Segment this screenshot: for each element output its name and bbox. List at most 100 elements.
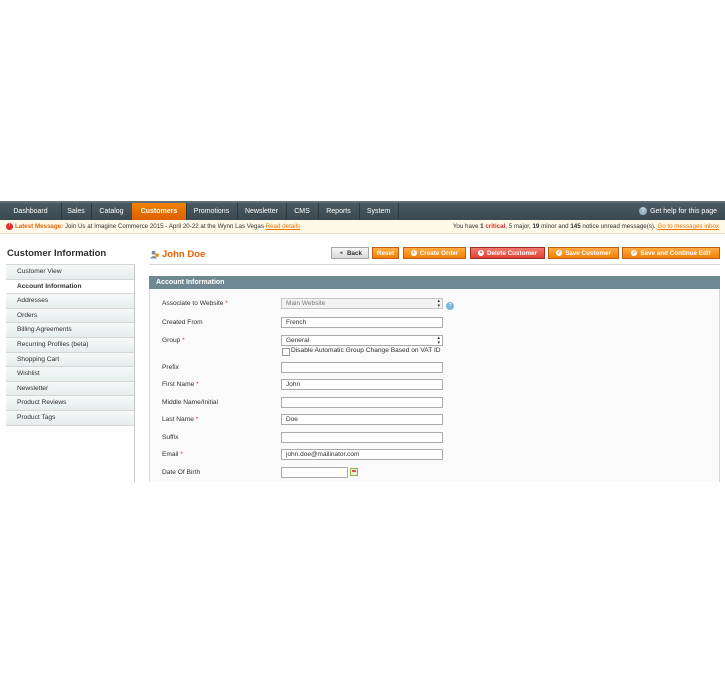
- tab-product-reviews[interactable]: Product Reviews: [6, 396, 134, 411]
- nav-cms[interactable]: CMS: [286, 203, 319, 220]
- dob-label: Date Of Birth: [162, 469, 201, 476]
- tab-orders[interactable]: Orders: [6, 308, 134, 324]
- tab-newsletter[interactable]: Newsletter: [6, 381, 134, 397]
- website-value: Main Website: [286, 300, 326, 307]
- select-arrows-icon: ▴ ▾: [437, 298, 440, 309]
- plus-icon: +: [410, 250, 417, 257]
- header-divider: [149, 264, 720, 265]
- dob-field[interactable]: [281, 467, 348, 478]
- website-select[interactable]: Main Website ▴ ▾: [281, 298, 443, 309]
- message-bar: ! Latest Message: Join Us at Imagine Comm…: [0, 220, 725, 234]
- help-icon: ?: [639, 207, 648, 216]
- tab-product-tags[interactable]: Product Tags: [6, 410, 134, 426]
- save-customer-button[interactable]: ✓ Save Customer: [548, 247, 619, 259]
- minor-count: 19: [532, 223, 540, 230]
- back-button[interactable]: ◂ Back: [331, 247, 369, 259]
- last-name-field[interactable]: Doe: [281, 414, 443, 425]
- notice-label: notice unread message(s).: [582, 223, 656, 230]
- delete-icon: ×: [477, 250, 484, 257]
- top-nav: Dashboard Sales Catalog Customers Promot…: [0, 201, 725, 220]
- help-label: Get help for this page: [650, 208, 717, 215]
- info-icon[interactable]: ?: [446, 302, 454, 310]
- group-label-text: Group: [162, 337, 181, 344]
- unread-summary: You have 1 critical, 5 major, 19 minor a…: [453, 220, 719, 234]
- customer-name: John Doe: [162, 249, 206, 260]
- critical-label: critical: [485, 223, 506, 230]
- check-icon: ✓: [631, 250, 638, 257]
- calendar-icon[interactable]: [350, 468, 358, 476]
- back-label: Back: [346, 250, 363, 257]
- prefix-field[interactable]: [281, 362, 443, 373]
- back-arrow-icon: ◂: [339, 250, 343, 257]
- create-order-button[interactable]: + Create Order: [403, 247, 466, 259]
- sidebar-divider: [134, 264, 135, 482]
- first-name-label-text: First Name: [162, 381, 195, 388]
- select-arrows-icon: ▴ ▾: [437, 335, 440, 346]
- website-label-text: Associate to Website: [162, 300, 224, 307]
- nav-dashboard[interactable]: Dashboard: [0, 203, 62, 220]
- required-mark: *: [195, 416, 199, 423]
- middle-name-label: Middle Name/Initial: [162, 399, 219, 406]
- help-link[interactable]: ? Get help for this page: [639, 203, 717, 220]
- suffix-field[interactable]: [281, 432, 443, 443]
- check-icon: ✓: [556, 250, 563, 257]
- created-from-field[interactable]: French: [281, 317, 443, 328]
- nav-newsletter[interactable]: Newsletter: [237, 203, 287, 220]
- first-name-field[interactable]: John: [281, 379, 443, 390]
- tab-customer-view[interactable]: Customer View: [6, 265, 134, 280]
- page-title: John Doe: [150, 249, 205, 260]
- nav-sales[interactable]: Sales: [61, 203, 92, 220]
- nav-catalog[interactable]: Catalog: [91, 203, 133, 220]
- tab-addresses[interactable]: Addresses: [6, 294, 134, 309]
- required-mark: *: [196, 381, 199, 388]
- required-mark: *: [182, 337, 185, 344]
- nav-promotions[interactable]: Promotions: [186, 203, 238, 220]
- disable-group-change-label: Disable Automatic Group Change Based on …: [291, 347, 441, 354]
- email-label-text: Email: [162, 451, 179, 458]
- required-mark: *: [180, 451, 183, 458]
- email-field[interactable]: john.doe@mailinator.com: [281, 449, 443, 460]
- tab-account-information[interactable]: Account Information: [6, 279, 134, 295]
- nav-reports[interactable]: Reports: [318, 203, 360, 220]
- save-continue-label: Save and Continue Edit: [640, 250, 711, 257]
- minor-label: minor and: [541, 223, 569, 230]
- sidebar-title: Customer Information: [7, 248, 107, 259]
- tab-wishlist[interactable]: Wishlist: [6, 367, 134, 382]
- website-label: Associate to Website *: [162, 300, 228, 307]
- critical-count: 1: [480, 223, 484, 230]
- latest-message-label: Latest Message:: [15, 223, 64, 230]
- latest-message-text: Join Us at Imagine Commerce 2015 - April…: [64, 223, 264, 230]
- required-mark: *: [225, 300, 228, 307]
- prefix-label: Prefix: [162, 364, 179, 371]
- delete-label: Delete Customer: [486, 250, 538, 257]
- created-from-label: Created From: [162, 319, 203, 326]
- tab-recurring-profiles[interactable]: Recurring Profiles (beta): [6, 337, 134, 353]
- section-header: Account Information: [149, 276, 720, 289]
- sidebar-tabs: Customer View Account Information Addres…: [6, 264, 134, 426]
- group-select[interactable]: General ▴ ▾: [281, 335, 443, 346]
- save-continue-button[interactable]: ✓ Save and Continue Edit: [622, 247, 720, 259]
- reset-button[interactable]: Reset: [372, 247, 399, 259]
- create-order-label: Create Order: [419, 250, 459, 257]
- last-name-label-text: Last Name: [162, 416, 194, 423]
- middle-name-field[interactable]: [281, 397, 443, 408]
- nav-system[interactable]: System: [359, 203, 399, 220]
- messages-inbox-link[interactable]: Go to messages inbox: [657, 223, 719, 230]
- major-count: , 5 major,: [505, 223, 531, 230]
- delete-customer-button[interactable]: × Delete Customer: [470, 247, 545, 259]
- save-label: Save Customer: [565, 250, 611, 257]
- notice-count: 145: [570, 223, 581, 230]
- nav-customers[interactable]: Customers: [132, 203, 187, 220]
- first-name-label: First Name *: [162, 381, 199, 388]
- latest-message: ! Latest Message: Join Us at Imagine Comm…: [6, 220, 300, 234]
- group-label: Group *: [162, 337, 185, 344]
- summary-prefix: You have: [452, 223, 479, 230]
- group-value: General: [286, 337, 310, 344]
- alert-icon: !: [6, 222, 13, 230]
- tab-billing-agreements[interactable]: Billing Agreements: [6, 323, 134, 338]
- reset-label: Reset: [376, 250, 395, 257]
- read-details-link[interactable]: Read details: [266, 223, 300, 230]
- suffix-label: Suffix: [162, 434, 179, 441]
- tab-shopping-cart[interactable]: Shopping Cart: [6, 352, 134, 368]
- disable-group-change-checkbox[interactable]: [282, 348, 290, 356]
